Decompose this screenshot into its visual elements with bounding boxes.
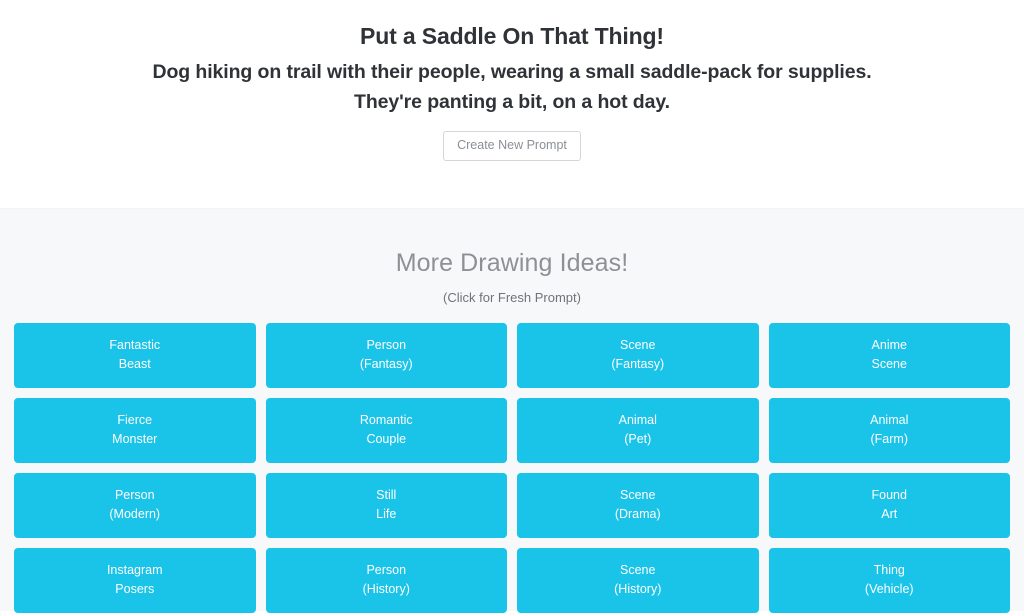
idea-tile-line-2: (Fantasy): [611, 357, 665, 372]
idea-tile-line-1: Found: [871, 487, 907, 502]
idea-tile[interactable]: Scene (Fantasy): [517, 322, 759, 388]
prompt-description-line-1: Dog hiking on trail with their people, w…: [152, 60, 872, 83]
idea-tile[interactable]: Instagram Posers: [14, 547, 256, 613]
idea-tile-line-1: Romantic: [359, 412, 413, 427]
idea-tile[interactable]: Found Art: [768, 472, 1010, 538]
idea-tile[interactable]: Person (History): [265, 547, 507, 613]
idea-tile-line-2: (Farm): [870, 432, 909, 447]
page-title: Put a Saddle On That Thing!: [360, 23, 664, 49]
idea-tile-line-2: (Fantasy): [359, 357, 413, 372]
idea-tile[interactable]: Person (Modern): [14, 472, 256, 538]
idea-tile-line-1: Fantastic: [109, 337, 161, 352]
idea-tile-line-2: Art: [881, 507, 898, 522]
ideas-subheading: (Click for Fresh Prompt): [443, 289, 581, 305]
idea-tile-line-1: Still: [376, 487, 397, 502]
idea-tile[interactable]: Still Life: [265, 472, 507, 538]
idea-tile-line-2: (History): [362, 582, 410, 597]
idea-tile-line-1: Person: [114, 487, 155, 502]
idea-tile-line-2: Couple: [366, 432, 407, 447]
idea-tile[interactable]: Person (Fantasy): [265, 322, 507, 388]
idea-tile[interactable]: Thing (Vehicle): [768, 547, 1010, 613]
idea-tile-line-1: Scene: [620, 487, 656, 502]
idea-tile[interactable]: Romantic Couple: [265, 397, 507, 463]
idea-tile[interactable]: Animal (Farm): [768, 397, 1010, 463]
idea-tile-line-1: Person: [366, 562, 407, 577]
more-drawing-ideas-section: More Drawing Ideas! (Click for Fresh Pro…: [0, 208, 1024, 613]
idea-tile-line-2: Beast: [118, 357, 151, 372]
idea-tile-line-1: Fierce: [117, 412, 153, 427]
new-prompt-button-container: Create New Prompt: [0, 131, 1024, 161]
idea-tile-line-1: Animal: [870, 412, 909, 427]
ideas-heading: More Drawing Ideas!: [395, 249, 629, 277]
idea-tile[interactable]: Scene (History): [517, 547, 759, 613]
idea-tile-line-2: (History): [614, 582, 662, 597]
prompt-hero: Put a Saddle On That Thing! Dog hiking o…: [0, 0, 1024, 208]
idea-tile-line-2: Life: [376, 507, 397, 522]
idea-tile-line-2: (Drama): [614, 507, 661, 522]
idea-tile-line-2: (Modern): [109, 507, 161, 522]
idea-tile[interactable]: Animal (Pet): [517, 397, 759, 463]
idea-tile-line-2: (Pet): [624, 432, 652, 447]
idea-tile-line-1: Animal: [618, 412, 657, 427]
idea-tile-line-1: Thing: [873, 562, 905, 577]
idea-tile-line-2: Posers: [115, 582, 155, 597]
idea-tile[interactable]: Scene (Drama): [517, 472, 759, 538]
idea-tile-line-2: (Vehicle): [864, 582, 914, 597]
idea-tile[interactable]: Fierce Monster: [14, 397, 256, 463]
prompt-description-line-2: They're panting a bit, on a hot day.: [354, 90, 670, 113]
idea-tile-line-2: Scene: [871, 357, 907, 372]
create-new-prompt-button[interactable]: Create New Prompt: [443, 131, 581, 161]
idea-tile-line-1: Person: [366, 337, 407, 352]
idea-tile[interactable]: Fantastic Beast: [14, 322, 256, 388]
idea-tile[interactable]: Anime Scene: [768, 322, 1010, 388]
idea-tile-grid: Fantastic Beast Person (Fantasy) Scene (Fanta…: [0, 305, 1024, 613]
idea-tile-line-2: Monster: [112, 432, 158, 447]
idea-tile-line-1: Anime: [871, 337, 907, 352]
idea-tile-line-1: Scene: [620, 337, 656, 352]
idea-tile-line-1: Instagram: [106, 562, 163, 577]
idea-tile-line-1: Scene: [620, 562, 656, 577]
